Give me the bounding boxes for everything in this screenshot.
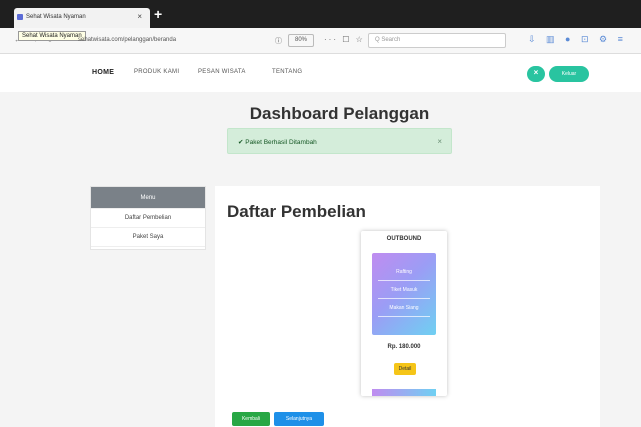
tab-close-icon[interactable]: ×: [137, 12, 142, 21]
feature-divider: [378, 280, 430, 281]
sidebar-item-paket-saya[interactable]: Paket Saya: [91, 228, 205, 247]
alert-message: ✔ Paket Berhasil Ditambah: [238, 138, 317, 146]
panel-title: Daftar Pembelian: [227, 202, 366, 221]
detail-button[interactable]: Detail: [394, 363, 416, 375]
url-bar: ← → ↻ Sehat Wisata Nyaman sehatwisata.co…: [0, 28, 641, 54]
tooltip: Sehat Wisata Nyaman: [18, 31, 86, 41]
url-input[interactable]: sehatwisata.com/pelanggan/beranda: [78, 37, 176, 43]
browser-tab[interactable]: Sehat Wisata Nyaman ×: [14, 8, 150, 28]
nav-tentang[interactable]: TENTANG: [272, 69, 302, 75]
package-card: OUTBOUND Rafting Tiket Masuk Makan Siang…: [361, 231, 447, 396]
feature-divider: [378, 316, 430, 317]
feature-item: Makan Siang: [389, 305, 419, 311]
feature-item: Tiket Masuk: [390, 287, 418, 293]
next-button[interactable]: Selanjutnya: [274, 412, 324, 426]
browser-tab-bar: Sehat Wisata Nyaman × +: [0, 0, 641, 28]
success-alert: ✔ Paket Berhasil Ditambah ×: [227, 128, 452, 154]
alert-text: Paket Berhasil Ditambah: [245, 139, 317, 146]
feature-divider: [378, 298, 430, 299]
sidebar-item-menu[interactable]: Menu: [91, 187, 205, 209]
sidebar-item-daftar-pembelian[interactable]: Daftar Pembelian: [91, 209, 205, 228]
card-title: OUTBOUND: [386, 236, 422, 242]
feature-item: Rafting: [396, 269, 412, 275]
back-button[interactable]: Kembali: [232, 412, 270, 426]
nav-home[interactable]: HOME: [92, 69, 114, 76]
main-panel: Daftar Pembelian OUTBOUND Rafting Tiket …: [215, 186, 600, 427]
card-feature-box: Rafting Tiket Masuk Makan Siang: [372, 253, 436, 335]
page-info-icon[interactable]: ⓘ: [275, 36, 282, 46]
favicon-icon: [17, 14, 23, 20]
check-icon: ✔: [238, 139, 244, 146]
zoom-level[interactable]: 80%: [288, 34, 314, 47]
account-button[interactable]: Keluar: [549, 66, 589, 82]
search-input[interactable]: Q Search: [368, 33, 506, 48]
page-title: Dashboard Pelanggan: [249, 104, 430, 123]
tab-title: Sehat Wisata Nyaman: [26, 14, 86, 20]
close-button[interactable]: ×: [527, 66, 545, 82]
alert-close-icon[interactable]: ×: [437, 137, 442, 146]
nav-pesan[interactable]: PESAN WISATA: [198, 69, 246, 75]
site-navbar: HOME PRODUK KAMI PESAN WISATA TENTANG × …: [0, 54, 641, 92]
page-actions[interactable]: ··· ☐ ☆: [324, 35, 365, 44]
sidebar: Menu Daftar Pembelian Paket Saya: [90, 186, 206, 250]
toolbar-icons[interactable]: ⇩ ▥ ● ⊡ ⚙ ≡: [528, 34, 627, 45]
next-card-preview: [372, 389, 436, 396]
nav-produk[interactable]: PRODUK KAMI: [134, 69, 179, 75]
new-tab-button[interactable]: +: [154, 6, 162, 22]
card-price: Rp. 180.000: [387, 344, 421, 350]
